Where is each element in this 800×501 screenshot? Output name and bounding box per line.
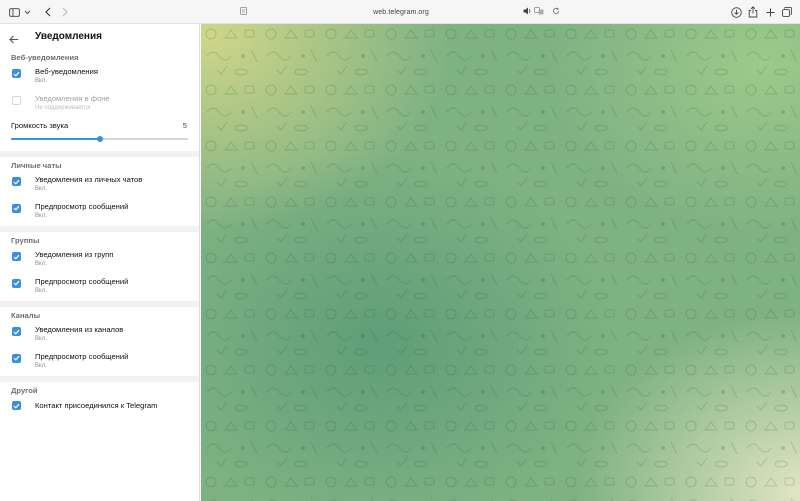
checkbox[interactable] [12,327,21,336]
background-notifications-toggle: Уведомления в фоне Не поддерживается [0,92,199,119]
checkbox [12,95,21,105]
setting-label: Уведомления из каналов [35,325,124,334]
channels-preview-toggle[interactable]: Предпросмотр сообщений Вкл. [0,350,199,377]
setting-label: Предпросмотр сообщений [35,201,129,211]
volume-slider-handle[interactable] [96,136,103,142]
channels-notifications-toggle[interactable]: Уведомления из каналов Вкл. [0,323,199,350]
volume-value: 5 [182,121,187,130]
page-title: Уведомления [35,31,102,42]
section-title: Веб-уведомления [11,53,79,62]
setting-status: Вкл. [35,336,47,342]
volume-slider-fill [11,138,100,140]
wallpaper-pattern [201,24,800,501]
groups-preview-toggle[interactable]: Предпросмотр сообщений Вкл. [0,275,199,302]
setting-status: Вкл. [35,78,47,84]
tab-overview-button[interactable] [781,4,793,20]
private-preview-toggle[interactable]: Предпросмотр сообщений Вкл. [0,200,199,227]
setting-status: Вкл. [35,287,47,294]
check-icon [13,179,20,185]
speaker-icon[interactable] [523,7,532,15]
reload-icon [553,7,560,14]
volume-label: Громкость звука [11,121,69,130]
tabs-overview-icon [782,7,792,17]
check-icon [13,280,20,286]
back-button[interactable] [9,31,19,49]
setting-label: Контакт присоединился к Telegram [35,401,158,410]
chevron-down-icon [24,10,30,14]
check-icon [13,355,20,361]
contact-joined-toggle[interactable]: Контакт присоединился к Telegram [0,398,199,425]
check-icon [13,205,20,211]
section-other: Другой Контакт присоединился к Telegram [0,382,199,425]
sidebar-menu-button[interactable] [23,4,31,20]
check-icon [13,71,20,77]
site-settings-icon[interactable] [240,7,247,15]
setting-label: Уведомления из личных чатов [35,175,143,184]
share-icon [748,6,758,18]
section-title: Каналы [11,311,41,320]
private-notifications-toggle[interactable]: Уведомления из личных чатов Вкл. [0,173,199,200]
setting-status: Вкл. [35,186,47,192]
check-icon [13,329,20,335]
setting-label: Уведомления в фоне [35,93,110,103]
checkbox[interactable] [12,278,21,288]
notifications-settings-panel: Уведомления Веб-уведомления Веб-уведомле… [0,24,200,501]
check-icon [13,403,20,409]
media-controls [523,7,544,15]
setting-status: Вкл. [35,362,47,369]
checkbox[interactable] [12,203,21,213]
setting-status: Не поддерживается [35,104,91,111]
sidebar-toggle-button[interactable] [8,4,20,20]
checkbox[interactable] [12,353,21,363]
download-icon [730,6,742,18]
section-private-chats: Личные чаты Уведомления из личных чатов … [0,157,199,226]
groups-notifications-toggle[interactable]: Уведомления из групп Вкл. [0,248,199,275]
downloads-button[interactable] [730,4,742,20]
setting-label: Веб-уведомления [35,67,98,76]
checkbox[interactable] [12,401,21,410]
panel-header: Уведомления [0,24,199,49]
url-text: web.telegram.org [373,8,429,16]
setting-label: Уведомления из групп [35,250,114,259]
chevron-right-icon [62,7,68,17]
chevron-left-icon [45,7,51,17]
translate-icon[interactable] [534,7,544,15]
sidebar-icon [8,7,20,17]
setting-status: Вкл. [35,212,47,219]
back-nav-button[interactable] [43,4,53,20]
new-tab-button[interactable] [764,4,776,20]
section-title: Группы [11,236,40,245]
plus-icon [766,8,774,16]
section-web-notifications: Веб-уведомления Веб-уведомления Вкл. Уве… [0,49,199,151]
check-icon [13,254,20,260]
section-groups: Группы Уведомления из групп Вкл. Предпро… [0,232,199,301]
setting-label: Предпросмотр сообщений [35,351,129,361]
checkbox[interactable] [12,252,21,261]
volume-slider[interactable] [11,136,188,142]
checkbox[interactable] [12,69,21,78]
arrow-left-icon [9,35,19,44]
web-notifications-toggle[interactable]: Веб-уведомления Вкл. [0,65,199,92]
section-title: Личные чаты [11,161,62,170]
section-title: Другой [11,386,38,395]
setting-label: Предпросмотр сообщений [35,276,129,286]
chat-background [201,24,800,501]
section-channels: Каналы Уведомления из каналов Вкл. Предп… [0,307,199,376]
share-button[interactable] [747,4,759,20]
browser-toolbar: web.telegram.org [0,0,800,24]
setting-status: Вкл. [35,261,47,267]
reload-button[interactable] [552,7,560,15]
volume-setting: Громкость звука 5 [0,118,199,151]
forward-nav-button[interactable] [60,4,70,20]
address-bar[interactable]: web.telegram.org [238,3,564,21]
checkbox[interactable] [12,177,21,186]
